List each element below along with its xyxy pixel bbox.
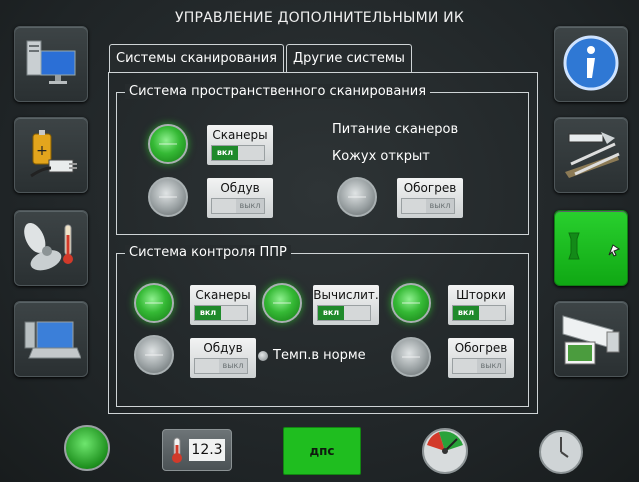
toggle-ppr-blowing[interactable]: выкл bbox=[194, 358, 248, 374]
toggle-off-label: выкл bbox=[477, 359, 505, 373]
toggle-on-label: вкл bbox=[318, 306, 344, 320]
led-space-blowing bbox=[148, 177, 188, 217]
control-ppr-scanners[interactable]: Сканеры вкл bbox=[190, 285, 256, 325]
led-ppr-compute bbox=[262, 283, 302, 323]
toggle-ppr-shutters[interactable]: вкл bbox=[452, 305, 506, 321]
control-label: Вычислит. bbox=[313, 288, 379, 302]
control-ppr-shutters[interactable]: Шторки вкл bbox=[448, 285, 514, 325]
group-title: Система пространственного сканирования bbox=[125, 84, 431, 99]
control-ppr-compute[interactable]: Вычислит. вкл bbox=[313, 285, 379, 325]
camera-icon bbox=[562, 315, 620, 365]
group-title: Система контроля ППР bbox=[125, 245, 291, 260]
sidebar-button-rail-profile[interactable] bbox=[554, 210, 628, 286]
status-scanner-power: Питание сканеров bbox=[332, 122, 459, 137]
toggle-off-label: выкл bbox=[236, 199, 264, 213]
page-title: УПРАВЛЕНИЕ ДОПОЛНИТЕЛЬНЫМИ ИК bbox=[174, 10, 464, 26]
led-ppr-scanners bbox=[134, 283, 174, 323]
control-label: Обогрев bbox=[403, 181, 457, 195]
tab-other-systems[interactable]: Другие системы bbox=[286, 44, 412, 73]
sidebar-button-info[interactable] bbox=[554, 26, 628, 102]
status-led-button[interactable] bbox=[64, 425, 110, 471]
sidebar-button-laptop[interactable] bbox=[14, 301, 88, 377]
toggle-on-label: вкл bbox=[195, 306, 221, 320]
control-ppr-blowing[interactable]: Обдув выкл bbox=[190, 338, 256, 378]
dps-button[interactable]: дпс bbox=[283, 427, 361, 475]
temp-status-text: Темп.в норме bbox=[273, 348, 366, 363]
control-label: Обогрев bbox=[454, 341, 508, 355]
led-ppr-heating bbox=[391, 337, 431, 377]
control-space-blowing[interactable]: Обдув выкл bbox=[207, 178, 273, 218]
led-space-scanners bbox=[148, 124, 188, 164]
laptop-icon bbox=[24, 321, 81, 359]
toggle-ppr-compute[interactable]: вкл bbox=[317, 305, 371, 321]
toggle-space-scanners[interactable]: вкл bbox=[211, 145, 265, 161]
led-space-heating bbox=[337, 177, 377, 217]
info-icon bbox=[563, 35, 619, 91]
control-label: Сканеры bbox=[195, 288, 251, 302]
toggle-space-heating[interactable]: выкл bbox=[401, 198, 455, 214]
battery-plug-icon: + bbox=[30, 130, 77, 178]
led-ppr-blowing bbox=[134, 335, 174, 375]
led-ppr-shutters bbox=[391, 283, 431, 323]
sidebar-button-climate[interactable] bbox=[14, 210, 88, 286]
temperature-display: 12.3 bbox=[162, 429, 232, 471]
temp-ok-indicator bbox=[258, 351, 268, 361]
status-cover-open: Кожух открыт bbox=[332, 149, 430, 164]
control-label: Обдув bbox=[220, 181, 260, 195]
control-ppr-heating[interactable]: Обогрев выкл bbox=[448, 338, 514, 378]
sidebar-button-power[interactable]: + bbox=[14, 117, 88, 193]
fan-thermometer-icon bbox=[24, 222, 73, 271]
rail-track-icon bbox=[565, 132, 620, 178]
toggle-space-blowing[interactable]: выкл bbox=[211, 198, 265, 214]
sidebar-button-track[interactable] bbox=[554, 117, 628, 193]
computer-monitor-icon bbox=[26, 40, 76, 84]
sidebar-button-computer[interactable] bbox=[14, 26, 88, 102]
svg-text:+: + bbox=[36, 143, 48, 159]
rail-profile-icon bbox=[568, 232, 621, 260]
tab-scanning-systems[interactable]: Системы сканирования bbox=[109, 44, 284, 73]
group-ppr-control: Система контроля ППР bbox=[116, 245, 529, 407]
control-label: Шторки bbox=[456, 288, 506, 302]
toggle-off-label: выкл bbox=[219, 359, 247, 373]
control-label: Сканеры bbox=[212, 128, 268, 142]
control-space-heating[interactable]: Обогрев выкл bbox=[397, 178, 463, 218]
gauge-icon[interactable] bbox=[421, 427, 469, 475]
control-space-scanners[interactable]: Сканеры вкл bbox=[207, 125, 273, 165]
control-label: Обдув bbox=[203, 341, 243, 355]
temperature-value: 12.3 bbox=[189, 439, 225, 461]
clock-icon[interactable] bbox=[538, 429, 584, 475]
toggle-on-label: вкл bbox=[212, 146, 238, 160]
toggle-on-label: вкл bbox=[453, 306, 479, 320]
toggle-off-label: выкл bbox=[426, 199, 454, 213]
toggle-ppr-scanners[interactable]: вкл bbox=[194, 305, 248, 321]
thermometer-icon bbox=[172, 437, 182, 463]
sidebar-button-camera[interactable] bbox=[554, 301, 628, 377]
toggle-ppr-heating[interactable]: выкл bbox=[452, 358, 506, 374]
